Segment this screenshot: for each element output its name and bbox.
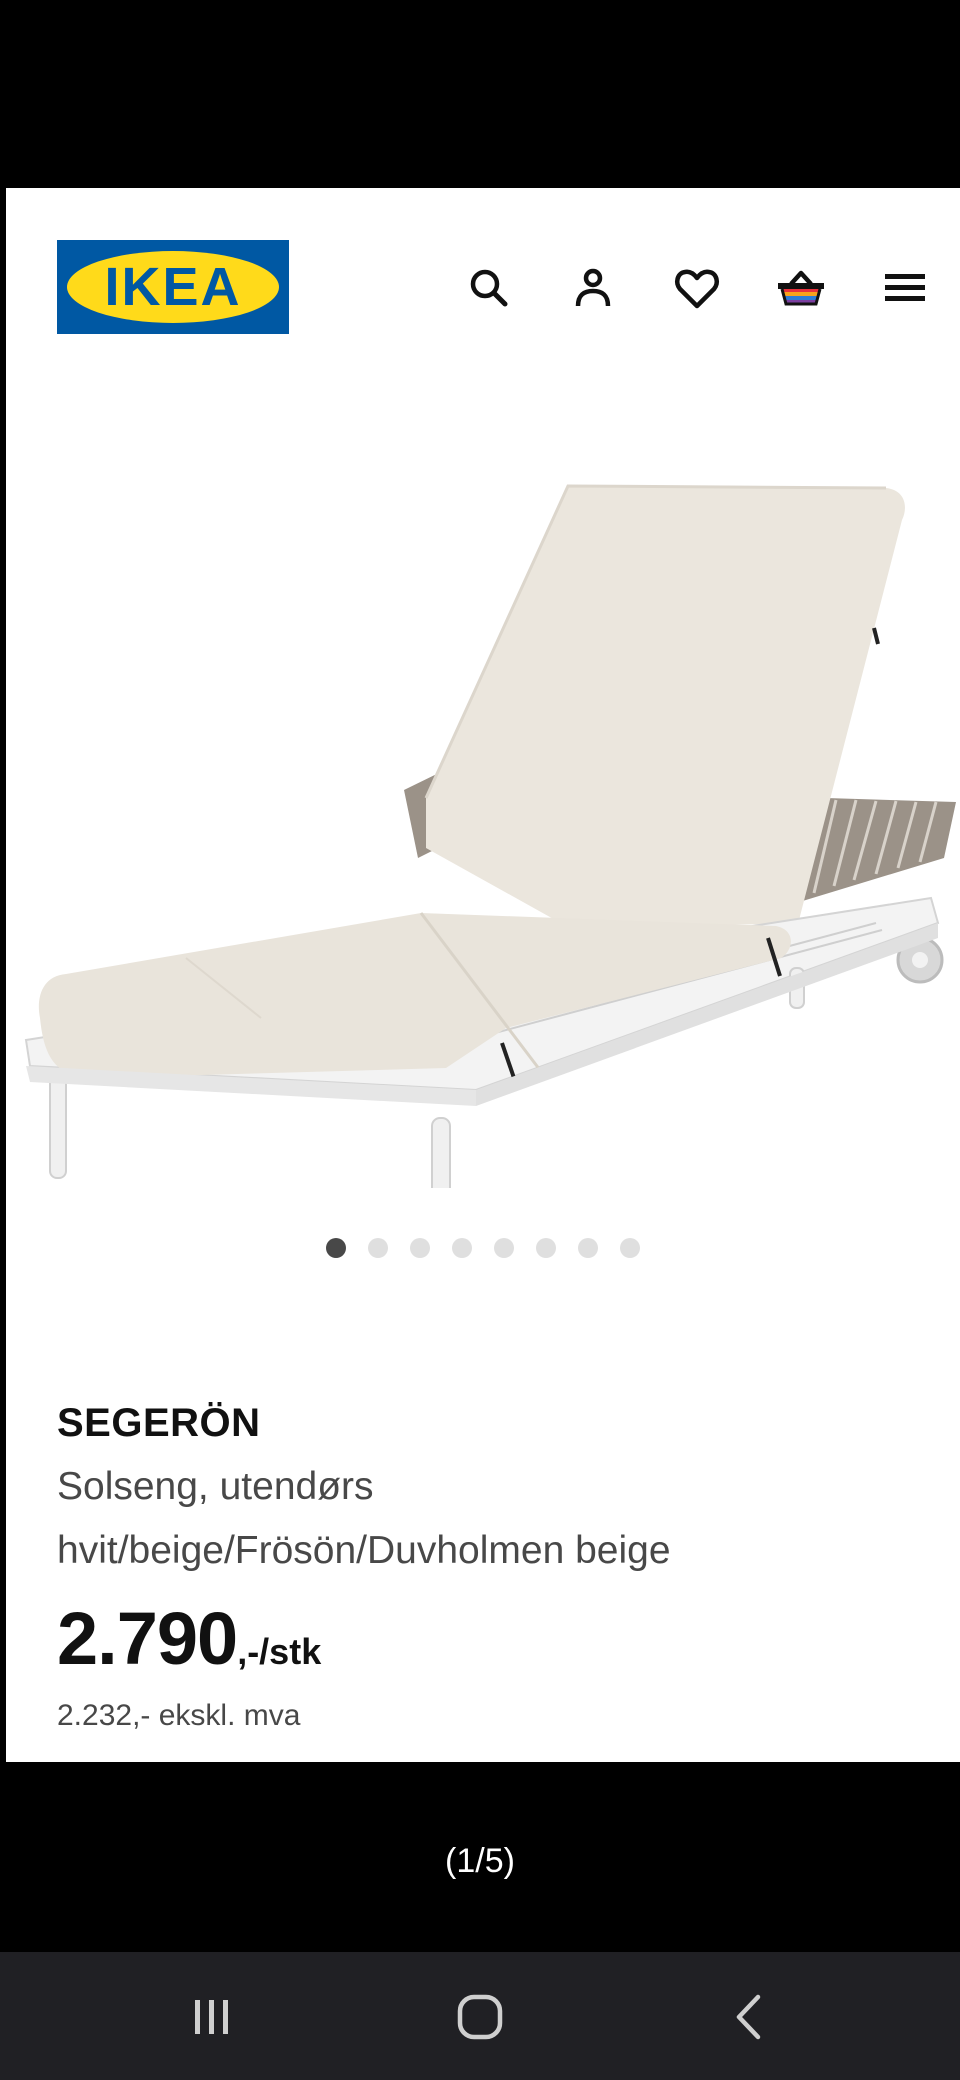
gallery-dot[interactable] bbox=[536, 1238, 556, 1258]
product-page: IKEA SEGERÖN Solseng, utendørs hvit/beig… bbox=[6, 188, 960, 1762]
logo-oval: IKEA bbox=[67, 251, 279, 323]
heart-icon[interactable] bbox=[669, 260, 725, 316]
price-suffix: ,-/stk bbox=[237, 1631, 322, 1672]
basket-icon[interactable] bbox=[773, 260, 829, 316]
menu-icon[interactable] bbox=[877, 260, 933, 316]
product-name: SEGERÖN bbox=[57, 1401, 261, 1445]
price-main: 2.790 bbox=[57, 1597, 238, 1680]
gallery-dots bbox=[6, 1238, 960, 1258]
gallery-dot[interactable] bbox=[578, 1238, 598, 1258]
gallery-dot[interactable] bbox=[326, 1238, 346, 1258]
product-type: Solseng, utendørs bbox=[57, 1465, 374, 1508]
system-nav-bar bbox=[0, 1952, 960, 2080]
ikea-logo[interactable]: IKEA bbox=[57, 240, 289, 334]
gallery-dot[interactable] bbox=[452, 1238, 472, 1258]
price: 2.790 ,-/stk bbox=[57, 1596, 937, 1686]
recent-apps-icon[interactable] bbox=[172, 1982, 252, 2052]
search-icon[interactable] bbox=[461, 260, 517, 316]
gallery-dot[interactable] bbox=[620, 1238, 640, 1258]
product-variant: hvit/beige/Frösön/Duvholmen beige bbox=[57, 1529, 671, 1572]
gallery-dot[interactable] bbox=[410, 1238, 430, 1258]
viewer-caption: (1/5) bbox=[0, 1762, 960, 1952]
price-ex-vat: 2.232,- ekskl. mva bbox=[57, 1699, 301, 1732]
header-icons bbox=[461, 260, 941, 316]
site-header: IKEA bbox=[6, 188, 960, 378]
gallery-dot[interactable] bbox=[494, 1238, 514, 1258]
image-counter: (1/5) bbox=[445, 1842, 515, 1880]
product-image[interactable] bbox=[6, 378, 960, 1237]
back-icon[interactable] bbox=[710, 1982, 790, 2052]
gallery-dot[interactable] bbox=[368, 1238, 388, 1258]
logo-text: IKEA bbox=[104, 257, 242, 317]
status-area bbox=[0, 0, 960, 188]
product-info: SEGERÖN Solseng, utendørs hvit/beige/Frö… bbox=[57, 1398, 937, 1736]
account-icon[interactable] bbox=[565, 260, 621, 316]
home-icon[interactable] bbox=[440, 1982, 520, 2052]
